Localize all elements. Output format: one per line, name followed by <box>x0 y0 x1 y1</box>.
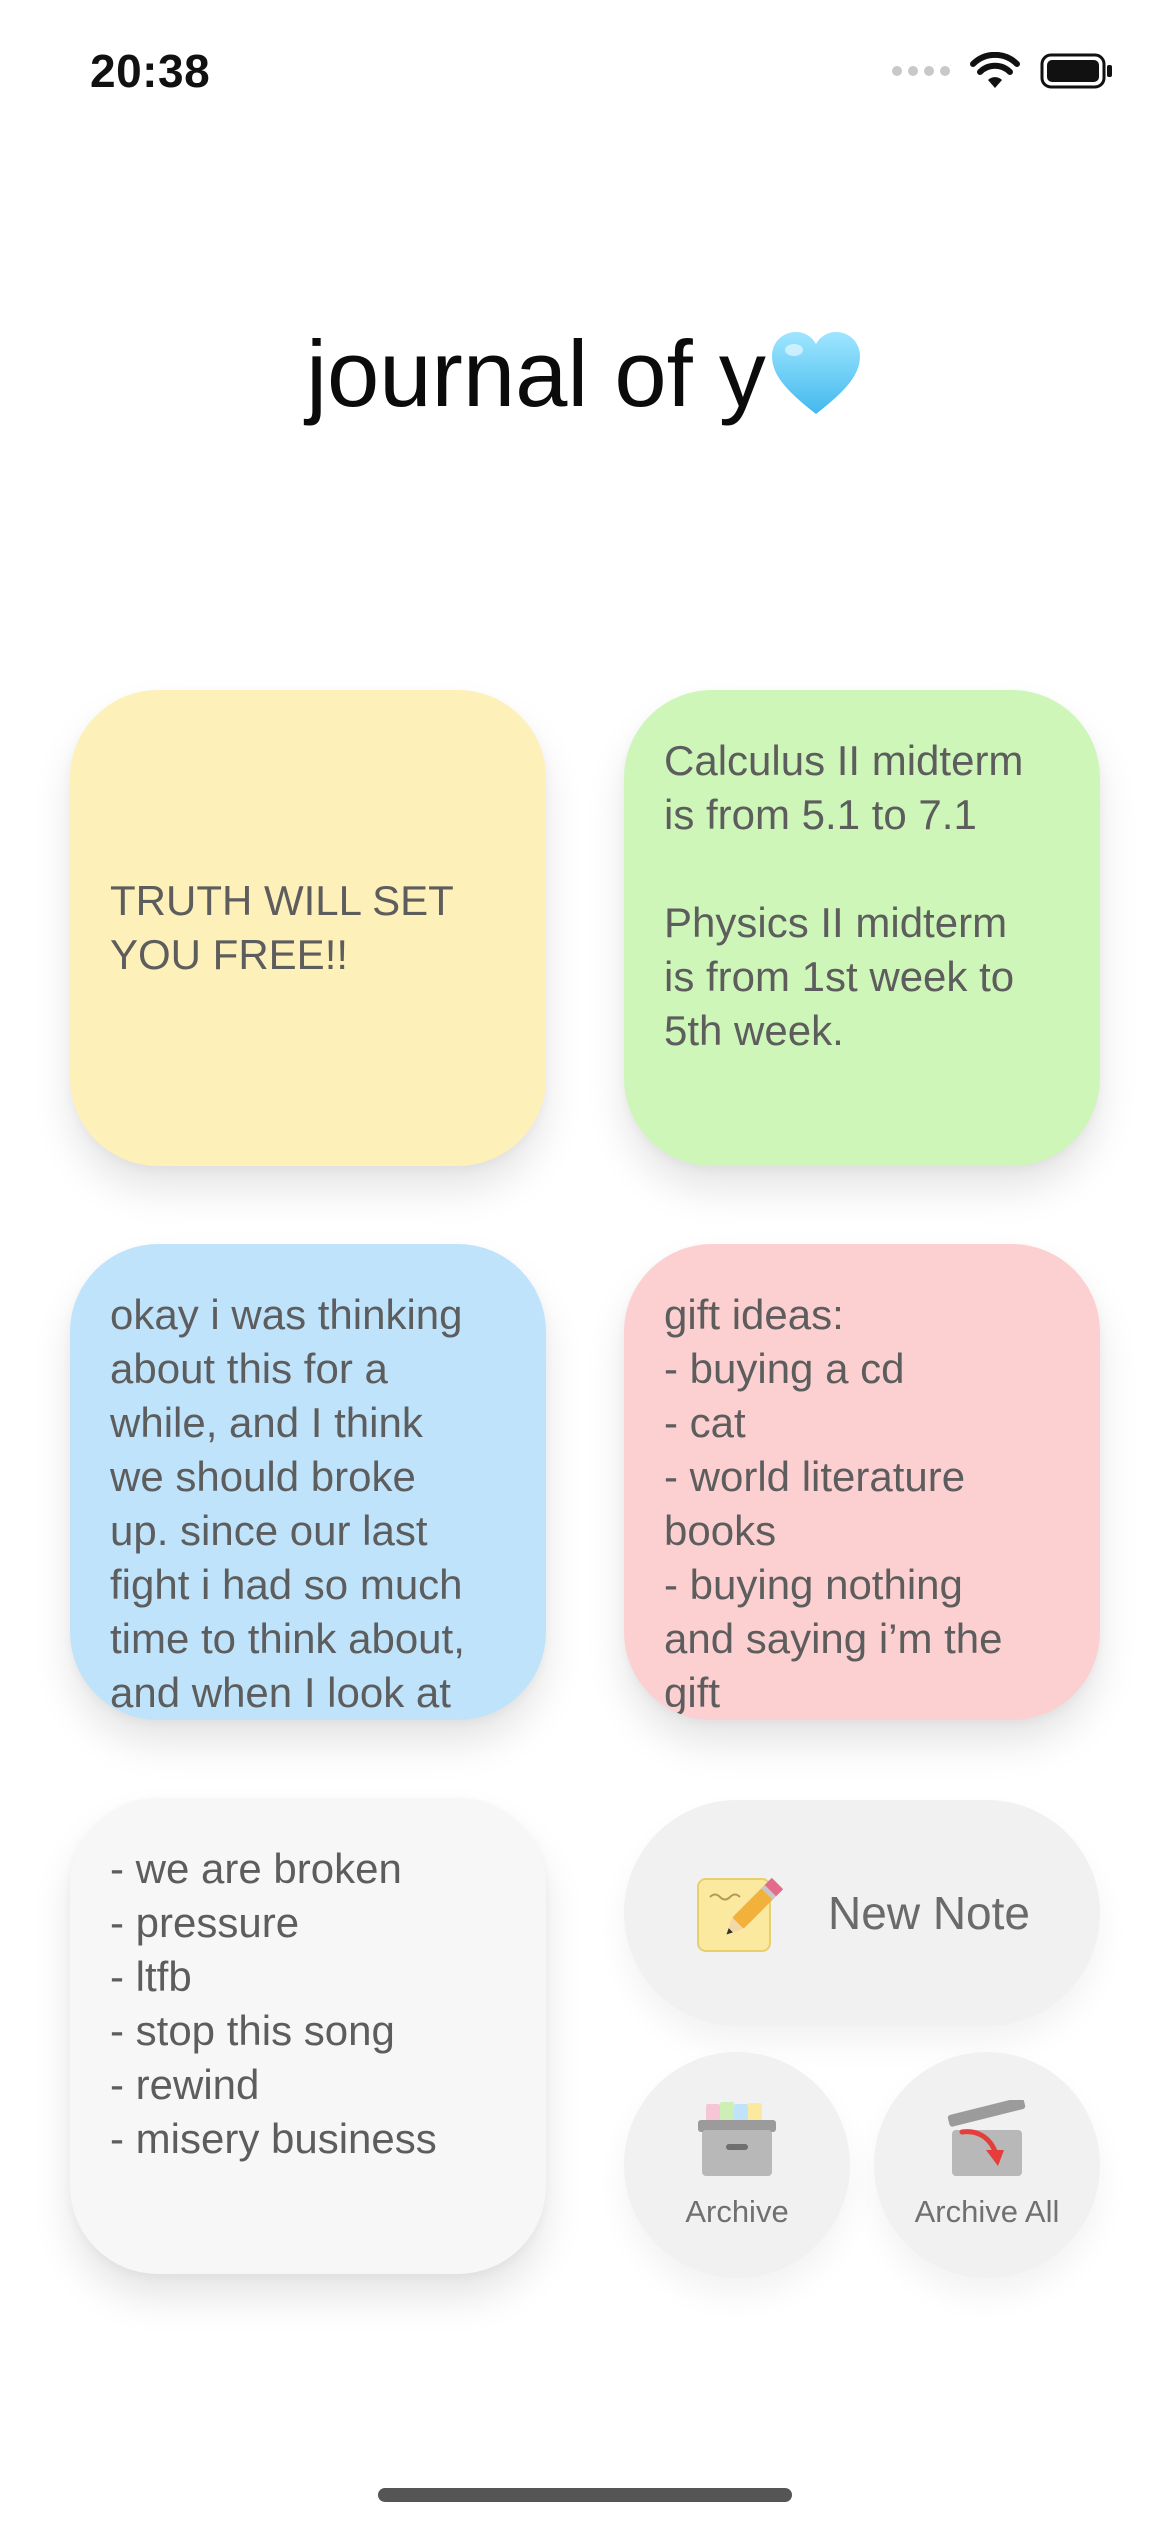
note-text: TRUTH WILL SET YOU FREE!! <box>110 877 454 978</box>
note-card-gift-ideas[interactable]: gift ideas: - buying a cd - cat - world … <box>624 1244 1100 1720</box>
journal-home-screen: 20:38 journal of y TRUTH WILL SET YOU FR… <box>0 0 1170 2532</box>
note-card-truth[interactable]: TRUTH WILL SET YOU FREE!! <box>70 690 546 1166</box>
note-text: Calculus II midterm is from 5.1 to 7.1 P… <box>664 737 1024 1054</box>
new-note-button[interactable]: New Note <box>624 1800 1100 2026</box>
archive-all-button[interactable]: Archive All <box>874 2052 1100 2278</box>
archive-all-icon <box>947 2100 1026 2176</box>
new-note-label: New Note <box>828 1887 1030 1939</box>
note-text: okay i was thinking about this for a whi… <box>110 1291 465 1716</box>
archive-all-label: Archive All <box>914 2194 1060 2229</box>
cellular-signal-icon <box>892 66 950 76</box>
journal-title: journal of y <box>0 320 1170 428</box>
note-text: - we are broken - pressure - ltfb - stop… <box>110 1845 437 2162</box>
journal-title-text: journal of y <box>306 321 766 426</box>
note-card-songs[interactable]: - we are broken - pressure - ltfb - stop… <box>70 1798 546 2274</box>
wifi-icon <box>970 52 1020 88</box>
status-time: 20:38 <box>90 45 211 97</box>
note-card-midterms[interactable]: Calculus II midterm is from 5.1 to 7.1 P… <box>624 690 1100 1166</box>
archive-label: Archive <box>685 2194 789 2229</box>
light-blue-heart-icon <box>771 332 860 414</box>
archive-box-icon <box>698 2102 776 2176</box>
note-card-thoughts[interactable]: okay i was thinking about this for a whi… <box>70 1244 546 1720</box>
battery-icon <box>1040 53 1112 89</box>
status-icons <box>892 52 1114 90</box>
archive-button[interactable]: Archive <box>624 2052 850 2278</box>
memo-pencil-icon <box>697 1877 784 1952</box>
note-text: gift ideas: - buying a cd - cat - world … <box>664 1291 1003 1716</box>
home-indicator[interactable] <box>378 2488 792 2502</box>
